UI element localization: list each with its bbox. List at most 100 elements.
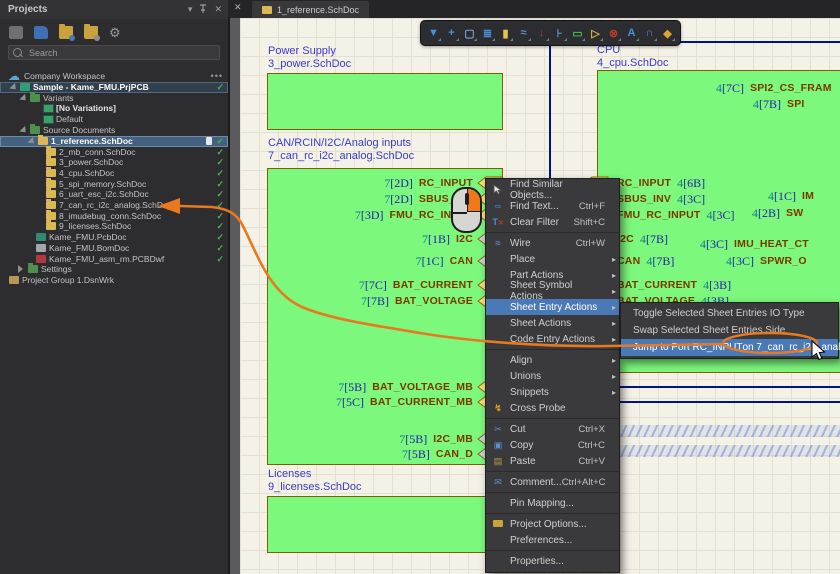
expanded-arrow-icon[interactable] <box>19 93 28 102</box>
tree-item-1-reference-schdoc[interactable]: 1_reference.SchDoc✓ <box>0 136 228 147</box>
expanded-arrow-icon[interactable] <box>19 125 28 134</box>
tree-item-project-group-1-dsnwrk[interactable]: Project Group 1.DsnWrk <box>0 275 228 286</box>
menu-item-sheet-symbol-actions[interactable]: Sheet Symbol Actions▸ <box>486 283 619 299</box>
menu-item-sheet-entry-actions[interactable]: Sheet Entry Actions▸ <box>486 299 619 315</box>
menu-item-label: Comment... <box>510 477 562 488</box>
arc-icon[interactable]: ∩ <box>641 24 658 42</box>
tree-item-4-cpu-schdoc[interactable]: 4_cpu.SchDoc✓ <box>0 168 228 179</box>
sheet-symbol-icon[interactable]: ▭ <box>569 24 586 42</box>
place-pin-icon[interactable]: ⊦ <box>551 24 568 42</box>
menu-item-project-options-[interactable]: Project Options... <box>486 516 619 532</box>
menu-item-paste[interactable]: ▤PasteCtrl+V <box>486 453 619 469</box>
cross-cursor-icon[interactable]: + <box>443 24 460 42</box>
tree-item-sample-kame-fmu-prjpcb[interactable]: Sample - Kame_FMU.PrjPCB✓ <box>0 82 228 93</box>
more-options-icon[interactable]: ••• <box>211 71 223 81</box>
tree-item-9-licenses-schdoc[interactable]: 9_licenses.SchDoc✓ <box>0 221 228 232</box>
menu-item-wire[interactable]: ≈WireCtrl+W <box>486 235 619 251</box>
menu-item-label: Properties... <box>510 556 564 567</box>
sheet-entry-bat_current[interactable]: 7[7C]BAT_CURRENT <box>240 278 503 292</box>
tree-item-settings[interactable]: Settings <box>0 264 228 275</box>
submenu-item-swap-selected-sheet-entries-side[interactable]: Swap Selected Sheet Entries Side <box>621 322 838 339</box>
power-port-icon[interactable]: ↓ <box>533 24 550 42</box>
ordering-icon[interactable]: ≣ <box>479 24 496 42</box>
sync-document-icon[interactable] <box>34 26 48 39</box>
folder-settings-icon[interactable] <box>84 26 98 39</box>
cpu-sheet-entry-spi2_cs_fram[interactable]: 4[7C]SPI2_CS_FRAM <box>716 81 832 95</box>
panel-splitter[interactable] <box>228 18 240 574</box>
tree-item-kame-fmu-bomdoc[interactable]: Kame_FMU.BomDoc✓ <box>0 243 228 254</box>
submenu-item-jump-to-port-rc-input-on-7-can-rc-i2c-an[interactable]: Jump to Port RC_INPUT on 7_can_rc_i2c_an… <box>621 339 838 356</box>
menu-item-comment-[interactable]: ✉Comment...Ctrl+Alt+C <box>486 474 619 490</box>
menu-item-unions[interactable]: Unions▸ <box>486 368 619 384</box>
cpu-sheet-entry-im[interactable]: 4[1C]IM <box>768 189 814 203</box>
panel-dropdown-icon[interactable]: ▾ <box>188 4 193 15</box>
wire-vertical[interactable] <box>549 41 551 184</box>
menu-item-preferences-[interactable]: Preferences... <box>486 532 619 548</box>
menu-item-find-similar-objects-[interactable]: Find Similar Objects... <box>486 182 619 198</box>
tree-item-default[interactable]: Default <box>0 114 228 125</box>
sheet-entry-can[interactable]: 7[1C]CAN <box>240 254 503 268</box>
menu-item-clear-filter[interactable]: T✕Clear FilterShift+C <box>486 214 619 230</box>
menu-item-sheet-actions[interactable]: Sheet Actions▸ <box>486 315 619 331</box>
filter-icon[interactable]: ▼ <box>425 24 442 42</box>
tree-item-6-uart-esc-i2c-schdoc[interactable]: 6_uart_esc_i2c.SchDoc✓ <box>0 189 228 200</box>
place-wire-icon[interactable]: ≈ <box>515 24 532 42</box>
menu-item-place[interactable]: Place▸ <box>486 251 619 267</box>
tree-item-3-power-schdoc[interactable]: 3_power.SchDoc✓ <box>0 157 228 168</box>
menu-item-align[interactable]: Align▸ <box>486 352 619 368</box>
tree-item--no-variations-[interactable]: [No Variations] <box>0 103 228 114</box>
tree-item-7-can-rc-i2c-analog-schdoc[interactable]: 7_can_rc_i2c_analog.SchDoc✓ <box>0 200 228 211</box>
panel-gear-icon[interactable]: ⚙ <box>109 26 123 39</box>
tree-item-company-workspace[interactable]: ☁Company Workspace••• <box>0 71 228 82</box>
sheet-entry-can_d[interactable]: 7[5B]CAN_D <box>240 447 503 461</box>
collapsed-arrow-icon[interactable] <box>18 265 23 273</box>
select-area-icon[interactable]: ▢ <box>461 24 478 42</box>
place-part-icon[interactable]: ▮ <box>497 24 514 42</box>
sheet-entry-i2c[interactable]: 7[1B]I2C <box>240 232 503 246</box>
sheet-entry-i2c_mb[interactable]: 7[5B]I2C_MB <box>240 432 503 446</box>
cpu-sheet-entry-sw[interactable]: 4[2B]SW <box>752 206 803 220</box>
menu-shortcut: Ctrl+C <box>578 440 605 451</box>
open-folder-icon[interactable] <box>59 26 73 39</box>
menu-item-cross-probe[interactable]: ↯Cross Probe <box>486 400 619 416</box>
folder-icon <box>30 94 40 102</box>
polygon-icon[interactable]: ◆ <box>659 24 676 42</box>
submenu-arrow-icon: ▸ <box>612 255 616 264</box>
no-erc-icon[interactable]: ⊗ <box>605 24 622 42</box>
expanded-arrow-icon[interactable] <box>9 82 18 91</box>
menu-item-properties-[interactable]: Properties... <box>486 553 619 569</box>
submenu-arrow-icon: ▸ <box>612 356 616 365</box>
sheet-entry-bat_voltage_mb[interactable]: 7[5B]BAT_VOLTAGE_MB <box>240 380 503 394</box>
menu-item-snippets[interactable]: Snippets▸ <box>486 384 619 400</box>
close-icon[interactable]: ✕ <box>234 2 242 13</box>
menu-item-code-entry-actions[interactable]: Code Entry Actions▸ <box>486 331 619 347</box>
search-box[interactable] <box>8 45 220 60</box>
tab-1-reference[interactable]: 1_reference.SchDoc <box>252 1 369 18</box>
search-input[interactable] <box>27 47 215 59</box>
sheet-entry-bat_current_mb[interactable]: 7[5C]BAT_CURRENT_MB <box>240 395 503 409</box>
entry-label: I2C_MB <box>433 433 473 445</box>
tree-item-label: 5_spi_memory.SchDoc <box>59 179 146 189</box>
sheet-symbol-licenses[interactable] <box>267 496 503 553</box>
sheet-symbol-power[interactable] <box>267 73 503 130</box>
menu-item-cut[interactable]: ✂CutCtrl+X <box>486 421 619 437</box>
submenu-item-toggle-selected-sheet-entries-io-type[interactable]: Toggle Selected Sheet Entries IO Type <box>621 305 838 322</box>
expanded-arrow-icon[interactable] <box>27 136 36 145</box>
panel-close-icon[interactable]: ✕ <box>214 4 222 15</box>
cpu-sheet-entry-spwr_o[interactable]: 4[3C]SPWR_O <box>726 254 807 268</box>
sheet-entry-bat_voltage[interactable]: 7[7B]BAT_VOLTAGE <box>240 294 503 308</box>
cpu-sheet-entry-spi[interactable]: 4[7B]SPI <box>753 97 805 111</box>
panel-pin-icon[interactable] <box>199 4 207 15</box>
sheet-entry-icon[interactable]: ▷ <box>587 24 604 42</box>
group-icon <box>9 276 19 284</box>
menu-item-find-text-[interactable]: ∞Find Text...Ctrl+F <box>486 198 619 214</box>
tree-item-kame-fmu-pcbdoc[interactable]: Kame_FMU.PcbDoc✓ <box>0 232 228 243</box>
menu-item-pin-mapping-[interactable]: Pin Mapping... <box>486 495 619 511</box>
tree-item-label: Settings <box>41 264 72 274</box>
entry-label: BAT_CURRENT <box>617 279 697 291</box>
save-icon[interactable] <box>9 26 23 39</box>
tree-item-source-documents[interactable]: Source Documents <box>0 125 228 136</box>
text-string-icon[interactable]: A <box>623 24 640 42</box>
menu-item-copy[interactable]: ▣CopyCtrl+C <box>486 437 619 453</box>
cpu-sheet-entry-imu_heat_ct[interactable]: 4[3C]IMU_HEAT_CT <box>700 237 809 251</box>
